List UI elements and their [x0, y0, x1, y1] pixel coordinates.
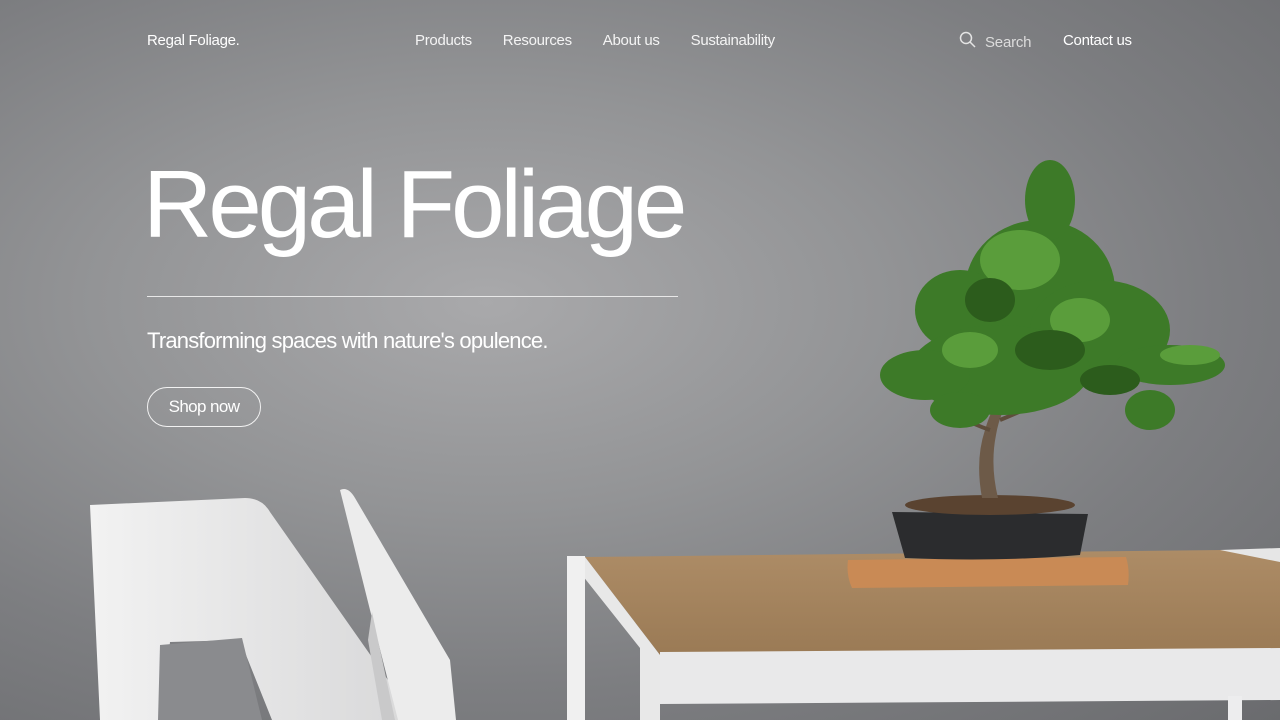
- hero-title: Regal Foliage: [143, 151, 687, 258]
- search-button[interactable]: Search: [959, 31, 1032, 53]
- nav-link-sustainability[interactable]: Sustainability: [691, 32, 775, 49]
- brand-logo[interactable]: Regal Foliage.: [147, 32, 240, 49]
- nav-link-about-us[interactable]: About us: [603, 32, 660, 49]
- search-icon: [959, 31, 976, 53]
- nav-link-resources[interactable]: Resources: [503, 32, 572, 49]
- nav-link-products[interactable]: Products: [415, 32, 472, 49]
- hero-background-image: [0, 0, 1280, 720]
- hero-divider: [147, 296, 678, 297]
- shop-now-button[interactable]: Shop now: [147, 387, 261, 427]
- search-label: Search: [985, 33, 1032, 51]
- contact-us-link[interactable]: Contact us: [1063, 32, 1132, 49]
- hero-subtitle: Transforming spaces with nature's opulen…: [147, 328, 548, 353]
- top-nav: Regal Foliage. Products Resources About …: [0, 0, 1280, 84]
- main-menu: Products Resources About us Sustainabili…: [415, 32, 806, 49]
- bonsai-plant: [847, 160, 1225, 588]
